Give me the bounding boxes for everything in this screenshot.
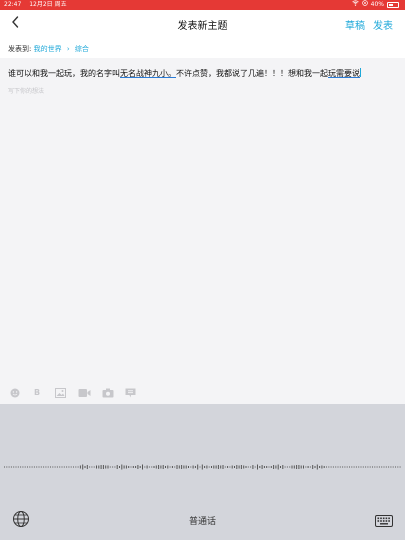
post-editor[interactable]: 谁可以和我一起玩，我的名字叫无名战神九小。不许点赞，我都说了几遍！！！想和我一起… [0,58,405,382]
status-time: 22:47 [4,1,22,8]
comment-icon[interactable] [125,388,136,398]
text-caret [360,68,361,77]
voice-language-button[interactable]: 普通话 [0,514,405,527]
bold-icon[interactable]: B [34,388,40,398]
draft-button[interactable]: 草稿 [345,17,365,32]
editor-placeholder: 写下你的想法 [8,88,45,95]
content-part-underlined: 玩需要说 [328,69,360,78]
content-username: 无名战神九小。 [120,69,176,78]
status-date: 12月2日 周五 [29,1,67,8]
battery-percent: 40% [370,1,384,8]
keyboard-icon[interactable] [375,512,393,527]
publish-button[interactable]: 发表 [373,17,393,32]
emoji-icon[interactable] [10,388,20,398]
category-link[interactable]: 综合 [75,45,89,53]
chevron-right-icon: › [66,45,70,53]
wifi-icon [351,0,359,10]
content-part: 不许点赞，我都说了几遍！！！想和我一起 [176,69,328,78]
video-icon[interactable] [78,388,91,398]
post-to-label: 发表到: [8,45,32,53]
voice-input-keyboard: 普通话 [0,404,405,540]
post-destination: 发表到: 我的世界 › 综合 [0,40,405,58]
content-part: 谁可以和我一起玩，我的名字叫 [8,69,120,78]
editor-toolbar: B [0,382,405,404]
board-link[interactable]: 我的世界 [34,45,62,53]
post-content[interactable]: 谁可以和我一起玩，我的名字叫无名战神九小。不许点赞，我都说了几遍！！！想和我一起… [8,68,400,79]
voice-waveform [4,464,401,470]
camera-icon[interactable] [102,388,114,398]
image-icon[interactable] [55,388,66,398]
status-bar: 22:47 12月2日 周五 40% [0,0,405,10]
navigation-bar: 发表新主题 草稿 发表 [0,10,405,40]
battery-icon [387,2,399,8]
location-icon [361,0,368,10]
